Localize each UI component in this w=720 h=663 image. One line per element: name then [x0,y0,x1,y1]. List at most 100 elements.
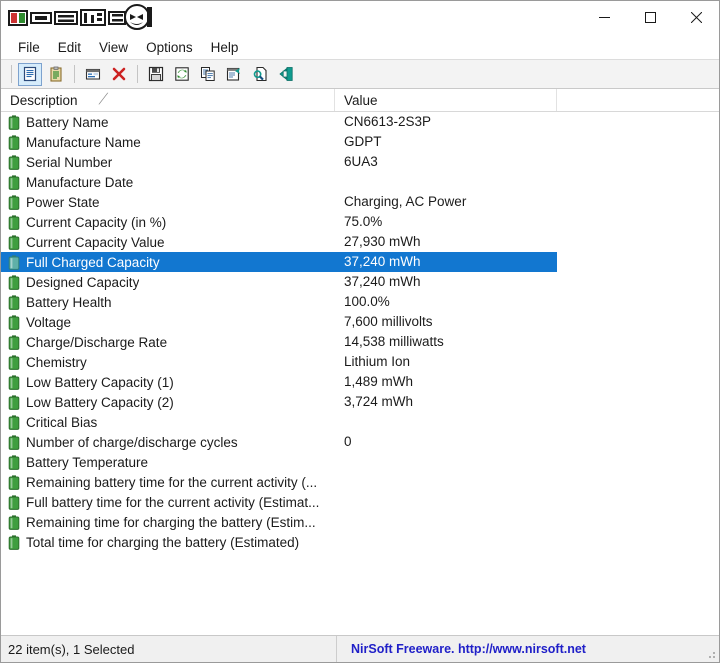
row-value-cell: GDPT [344,134,382,149]
table-row[interactable]: Full battery time for the current activi… [1,492,719,512]
column-header-description[interactable]: Description ╱ [1,89,335,111]
battery-icon [8,534,20,550]
row-description-cell: Low Battery Capacity (1) [1,372,335,392]
window-controls [581,1,719,33]
row-description-cell: Serial Number [1,152,335,172]
nirsoft-website-link[interactable]: NirSoft Freeware. http://www.nirsoft.net [351,642,586,656]
column-header-value-label: Value [344,92,378,108]
window-icon [85,68,101,80]
toolbar [1,59,719,89]
row-description-cell: Chemistry [1,352,335,372]
app-logo [7,2,155,32]
find-button[interactable] [248,63,272,86]
table-row[interactable]: Current Capacity (in %) 75.0% [1,212,719,232]
row-description-label: Critical Bias [26,414,98,430]
properties-button[interactable] [222,63,246,86]
exit-button[interactable] [274,63,298,86]
battery-information-button[interactable] [18,62,42,86]
maximize-button[interactable] [627,1,673,33]
table-row[interactable]: Critical Bias [1,412,719,432]
table-row[interactable]: Low Battery Capacity (1) 1,489 mWh [1,372,719,392]
menu-item-help[interactable]: Help [202,38,248,57]
menu-item-view[interactable]: View [90,38,137,57]
refresh-button[interactable] [170,63,194,86]
row-description-cell: Total time for charging the battery (Est… [1,532,335,552]
battery-icon [8,174,20,190]
row-value-cell [335,472,557,492]
table-row[interactable]: Manufacture Name GDPT [1,132,719,152]
document-lines-icon [23,66,37,82]
row-description-cell: Number of charge/discharge cycles [1,432,335,452]
properties-window-button[interactable] [81,63,105,86]
table-row[interactable]: Battery Health 100.0% [1,292,719,312]
battery-icon [8,194,20,210]
find-icon [253,66,267,82]
save-button[interactable] [144,63,168,86]
table-row[interactable]: Chemistry Lithium Ion [1,352,719,372]
delete-button[interactable] [107,63,131,86]
row-description-label: Battery Temperature [26,454,149,470]
row-value-cell [335,452,557,472]
row-description-cell: Full Charged Capacity [1,252,335,272]
toolbar-separator [137,65,138,83]
table-row[interactable]: Battery Temperature [1,452,719,472]
battery-icon [8,234,20,250]
row-value-cell: 3,724 mWh [344,394,414,409]
battery-log-button[interactable] [44,63,68,86]
title-bar [1,1,719,35]
table-row[interactable]: Designed Capacity 37,240 mWh [1,272,719,292]
table-row[interactable]: Low Battery Capacity (2) 3,724 mWh [1,392,719,412]
table-row[interactable]: Serial Number 6UA3 [1,152,719,172]
row-description-cell: Remaining time for charging the battery … [1,512,335,532]
row-value-cell: Lithium Ion [344,354,411,369]
row-value-cell: 7,600 millivolts [344,314,433,329]
minimize-button[interactable] [581,1,627,33]
battery-icon [8,454,20,470]
row-value-cell: Charging, AC Power [344,194,467,209]
column-header-empty[interactable] [557,89,719,111]
row-value-cell [335,532,557,552]
table-row[interactable]: Charge/Discharge Rate 14,538 milliwatts [1,332,719,352]
row-description-cell: Battery Health [1,292,335,312]
row-description-cell: Charge/Discharge Rate [1,332,335,352]
close-button[interactable] [673,1,719,33]
table-row[interactable]: Full Charged Capacity 37,240 mWh [1,252,719,272]
row-value-cell: 37,240 mWh [344,274,421,289]
battery-icon [8,414,20,430]
row-description-label: Current Capacity (in %) [26,214,167,230]
row-description-cell: Current Capacity Value [1,232,335,252]
row-value-cell: 75.0% [344,214,383,229]
battery-icon [8,114,20,130]
table-row[interactable]: Power State Charging, AC Power [1,192,719,212]
resize-grip-icon[interactable] [704,647,716,659]
row-description-label: Remaining battery time for the current a… [26,474,318,490]
battery-icon [8,334,20,350]
table-row[interactable]: Remaining battery time for the current a… [1,472,719,492]
row-description-label: Battery Health [26,294,112,310]
status-item-count: 22 item(s), 1 Selected [8,641,135,657]
row-value-cell: 27,930 mWh [344,234,421,249]
menu-item-edit[interactable]: Edit [49,38,90,57]
exit-door-icon [279,67,293,81]
battery-icon [8,374,20,390]
table-row[interactable]: Number of charge/discharge cycles 0 [1,432,719,452]
row-value-cell [335,412,557,432]
row-description-label: Manufacture Date [26,174,134,190]
row-description-cell: Remaining battery time for the current a… [1,472,335,492]
row-value-cell [335,172,557,192]
battery-icon [8,394,20,410]
row-value-cell [335,512,557,532]
table-row[interactable]: Remaining time for charging the battery … [1,512,719,532]
table-row[interactable]: Voltage 7,600 millivolts [1,312,719,332]
toolbar-separator [11,65,12,83]
menu-item-file[interactable]: File [9,38,49,57]
table-row[interactable]: Total time for charging the battery (Est… [1,532,719,552]
menu-item-options[interactable]: Options [137,38,202,57]
table-row[interactable]: Battery Name CN6613-2S3P [1,112,719,132]
copy-button[interactable] [196,63,220,86]
clipboard-icon [50,66,62,82]
column-header-value[interactable]: Value [335,89,557,111]
table-row[interactable]: Current Capacity Value 27,930 mWh [1,232,719,252]
list-header: Description ╱ Value [1,89,719,112]
table-row[interactable]: Manufacture Date [1,172,719,192]
